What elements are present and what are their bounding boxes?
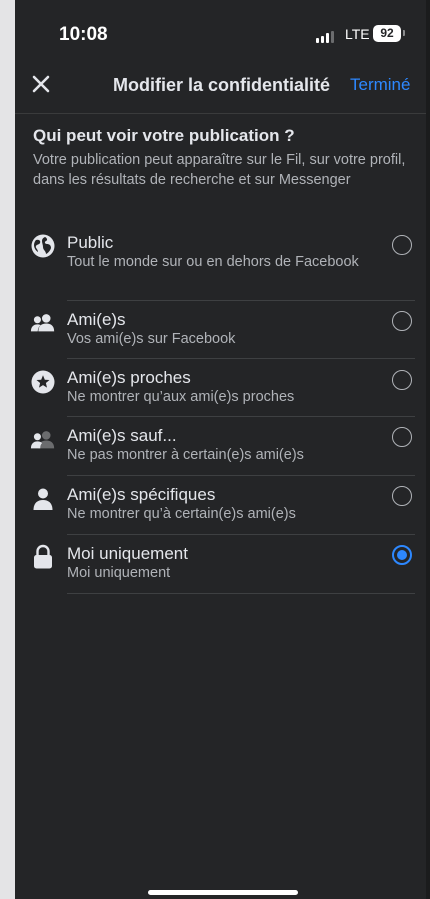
globe-icon: [30, 233, 56, 259]
divider: [67, 593, 415, 594]
option-label: Ami(e)s: [67, 310, 126, 329]
option-text: Ami(e)s proches Ne montrer qu’aux ami(e)…: [67, 368, 377, 407]
option-specific-friends[interactable]: Ami(e)s spécifiques Ne montrer qu’à cert…: [15, 476, 430, 535]
option-text: Ami(e)s sauf... Ne pas montrer à certain…: [67, 426, 377, 465]
option-description: Moi uniquement: [67, 565, 171, 581]
option-description: Vos ami(e)s sur Facebook: [67, 331, 236, 347]
option-close-friends[interactable]: Ami(e)s proches Ne montrer qu’aux ami(e)…: [15, 359, 430, 417]
option-friends[interactable]: Ami(e)s Vos ami(e)s sur Facebook: [15, 301, 430, 359]
option-text: Public Tout le monde sur ou en dehors de…: [67, 233, 377, 272]
radio-button[interactable]: [392, 486, 412, 506]
person-icon: [30, 486, 56, 512]
radio-button[interactable]: [392, 370, 412, 390]
screen-edge: [426, 0, 430, 899]
radio-button-selected[interactable]: [392, 545, 412, 565]
home-indicator[interactable]: [148, 890, 298, 895]
header-divider: [15, 113, 430, 114]
lock-icon: [30, 544, 56, 570]
option-description: Ne montrer qu’aux ami(e)s proches: [67, 389, 295, 405]
section-description: Votre publication peut apparaître sur le…: [33, 152, 406, 188]
section-title: Qui peut voir votre publication ?: [33, 126, 295, 145]
option-description: Ne montrer qu’à certain(e)s ami(e)s: [67, 506, 296, 522]
phone-screen: 10:08 LTE 92 Modifier la confidentialité…: [15, 0, 430, 899]
done-button[interactable]: Terminé: [350, 75, 410, 95]
option-text: Moi uniquement Moi uniquement: [67, 544, 377, 583]
option-label: Moi uniquement: [67, 544, 188, 563]
friends-icon: [30, 310, 56, 336]
page-title: Modifier la confidentialité: [113, 75, 331, 95]
option-description: Tout le monde sur ou en dehors de Facebo…: [67, 254, 359, 270]
radio-button[interactable]: [392, 427, 412, 447]
status-bar: 10:08 LTE 92: [15, 0, 430, 62]
option-text: Ami(e)s spécifiques Ne montrer qu’à cert…: [67, 485, 377, 524]
option-label: Ami(e)s sauf...: [67, 426, 177, 445]
friends-except-icon: [30, 427, 56, 453]
star-icon: [30, 369, 56, 395]
radio-button[interactable]: [392, 311, 412, 331]
option-text: Ami(e)s Vos ami(e)s sur Facebook: [67, 310, 377, 349]
network-label: LTE: [345, 26, 370, 42]
option-public[interactable]: Public Tout le monde sur ou en dehors de…: [15, 224, 430, 301]
signal-icon: [316, 31, 334, 43]
option-friends-except[interactable]: Ami(e)s sauf... Ne pas montrer à certain…: [15, 417, 430, 476]
option-label: Public: [67, 233, 114, 252]
header-bar: Modifier la confidentialité Terminé: [15, 66, 430, 106]
audience-options: Public Tout le monde sur ou en dehors de…: [15, 224, 430, 594]
close-button[interactable]: [29, 72, 53, 96]
close-icon: [32, 75, 50, 93]
option-label: Ami(e)s spécifiques: [67, 485, 216, 504]
option-label: Ami(e)s proches: [67, 368, 191, 387]
status-time: 10:08: [59, 24, 108, 45]
option-only-me[interactable]: Moi uniquement Moi uniquement: [15, 535, 430, 594]
battery-icon: 92: [373, 25, 401, 42]
battery-tip: [403, 30, 405, 36]
radio-button[interactable]: [392, 235, 412, 255]
option-description: Ne pas montrer à certain(e)s ami(e)s: [67, 447, 304, 463]
